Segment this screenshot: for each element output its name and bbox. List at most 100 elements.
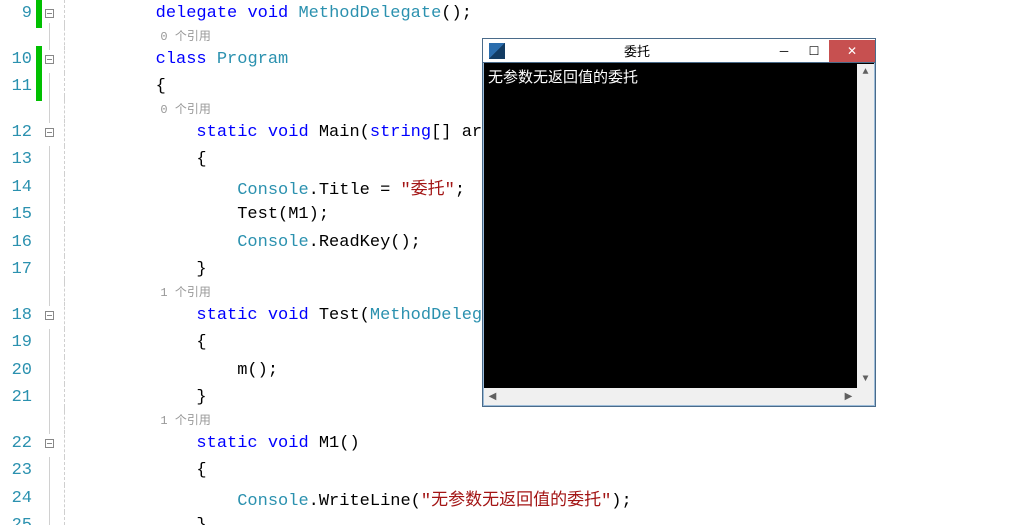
- token: }: [74, 516, 207, 525]
- token: static: [196, 123, 257, 142]
- scroll-up-icon[interactable]: ▲: [857, 64, 874, 81]
- line-number: 17: [0, 260, 36, 279]
- fold-guide: [42, 146, 56, 174]
- token: static: [196, 306, 257, 325]
- window-controls: ─ ☐ ✕: [769, 40, 875, 62]
- code-line[interactable]: 23 {: [0, 457, 1022, 485]
- code-text[interactable]: Console.WriteLine("无参数无返回值的委托");: [74, 485, 1022, 511]
- code-text[interactable]: static void M1(): [74, 434, 1022, 453]
- indent-guide: [56, 457, 74, 485]
- indent-guide: [56, 302, 74, 330]
- token: Console: [237, 181, 308, 200]
- codelens-reference[interactable]: 1 个引用: [74, 286, 211, 300]
- line-number: 25: [0, 516, 36, 525]
- scroll-left-icon[interactable]: ◀: [484, 388, 501, 405]
- line-number: 9: [0, 4, 36, 23]
- token: Test(: [309, 306, 370, 325]
- line-number: 19: [0, 333, 36, 352]
- code-line[interactable]: 24 Console.WriteLine("无参数无返回值的委托");: [0, 485, 1022, 513]
- token: M1(): [309, 434, 360, 453]
- maximize-button[interactable]: ☐: [799, 40, 829, 62]
- fold-guide: [42, 229, 56, 257]
- token: class: [156, 50, 207, 69]
- token: {: [74, 150, 207, 169]
- code-line[interactable]: 25 }: [0, 512, 1022, 525]
- token: .Title =: [309, 181, 401, 200]
- code-line[interactable]: 9 delegate void MethodDelegate();: [0, 0, 1022, 28]
- token: [74, 233, 237, 252]
- minimize-button[interactable]: ─: [769, 40, 799, 62]
- line-number: 23: [0, 461, 36, 480]
- code-line[interactable]: 1 个引用: [0, 412, 1022, 430]
- line-number: 24: [0, 489, 36, 508]
- close-button[interactable]: ✕: [829, 40, 875, 62]
- token: [74, 492, 237, 511]
- token: MethodDelegate: [298, 4, 441, 23]
- codelens-reference[interactable]: 0 个引用: [74, 30, 211, 44]
- indent-guide: [56, 329, 74, 357]
- token: Test(M1);: [74, 205, 329, 224]
- indent-guide: [56, 146, 74, 174]
- token: "委托": [400, 181, 454, 200]
- token: Console: [237, 233, 308, 252]
- token: [288, 4, 298, 23]
- code-text[interactable]: {: [74, 461, 1022, 480]
- console-window: 委托 ─ ☐ ✕ 无参数无返回值的委托 ▲ ▼ ◀ ▶: [482, 38, 876, 407]
- codelens-reference[interactable]: 1 个引用: [74, 414, 211, 428]
- fold-guide: [42, 329, 56, 357]
- line-number: 14: [0, 178, 36, 197]
- token: {: [74, 461, 207, 480]
- token: string: [370, 123, 431, 142]
- token: [74, 50, 156, 69]
- token: void: [268, 123, 309, 142]
- indent-guide: [56, 174, 74, 202]
- scroll-down-icon[interactable]: ▼: [857, 371, 874, 388]
- indent-guide: [56, 485, 74, 513]
- token: Program: [217, 50, 288, 69]
- token: void: [247, 4, 288, 23]
- token: "无参数无返回值的委托": [421, 492, 611, 511]
- token: delegate: [156, 4, 238, 23]
- token: [237, 4, 247, 23]
- fold-guide: [42, 174, 56, 202]
- vertical-scrollbar[interactable]: ▲ ▼: [857, 64, 874, 388]
- fold-toggle-icon[interactable]: [42, 302, 56, 330]
- horizontal-scrollbar[interactable]: ◀ ▶: [484, 388, 857, 405]
- fold-toggle-icon[interactable]: [42, 46, 56, 74]
- console-output[interactable]: 无参数无返回值的委托: [484, 64, 857, 388]
- code-editor: 9 delegate void MethodDelegate(); 0 个引用 1…: [0, 0, 1022, 525]
- line-number: 13: [0, 150, 36, 169]
- token: void: [268, 306, 309, 325]
- token: m();: [74, 361, 278, 380]
- scroll-right-icon[interactable]: ▶: [840, 388, 857, 405]
- fold-guide: [42, 357, 56, 385]
- token: }: [74, 260, 207, 279]
- indent-guide: [56, 201, 74, 229]
- indent-guide: [56, 512, 74, 525]
- code-line[interactable]: 22 static void M1(): [0, 430, 1022, 458]
- fold-toggle-icon[interactable]: [42, 119, 56, 147]
- token: [258, 123, 268, 142]
- code-text[interactable]: 1 个引用: [74, 411, 1022, 430]
- token: [258, 306, 268, 325]
- token: .ReadKey();: [309, 233, 421, 252]
- console-titlebar[interactable]: 委托 ─ ☐ ✕: [483, 39, 875, 63]
- token: [74, 123, 196, 142]
- indent-guide: [56, 46, 74, 74]
- line-number: 16: [0, 233, 36, 252]
- app-icon: [489, 43, 505, 59]
- token: {: [74, 77, 166, 96]
- codelens-reference[interactable]: 0 个引用: [74, 103, 211, 117]
- token: ;: [455, 181, 465, 200]
- code-text[interactable]: }: [74, 516, 1022, 525]
- line-number: 10: [0, 50, 36, 69]
- token: Main(: [309, 123, 370, 142]
- token: [74, 4, 156, 23]
- line-number: 21: [0, 388, 36, 407]
- token: [74, 434, 196, 453]
- code-text[interactable]: delegate void MethodDelegate();: [74, 4, 1022, 23]
- line-number: 20: [0, 361, 36, 380]
- fold-toggle-icon[interactable]: [42, 430, 56, 458]
- line-number: 22: [0, 434, 36, 453]
- indent-guide: [56, 357, 74, 385]
